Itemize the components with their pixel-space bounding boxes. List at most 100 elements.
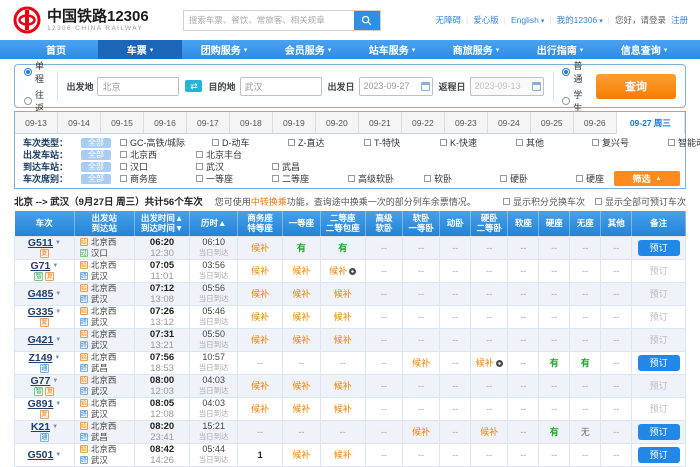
book-button[interactable]: 预订 [638, 424, 680, 440]
filter-checkbox[interactable]: 智能动车组 [668, 136, 700, 149]
column-header-11[interactable]: 硬卧二等卧 [471, 211, 508, 236]
nav-item-4[interactable]: 会员服务▾ [266, 40, 350, 59]
filter-all-pill[interactable]: 全部 [81, 174, 111, 184]
column-header-7[interactable]: 二等座二等包座 [320, 211, 365, 236]
filter-checkbox[interactable]: 软卧 [424, 172, 500, 185]
expand-row-icon[interactable]: ▼ [52, 263, 58, 269]
column-header-4[interactable]: 历时▲ [190, 211, 237, 236]
nav-item-7[interactable]: 出行指南▾ [518, 40, 602, 59]
filter-all-pill[interactable]: 全部 [81, 150, 111, 160]
filter-checkbox[interactable]: 硬卧 [500, 172, 576, 185]
expand-row-icon[interactable]: ▼ [54, 355, 60, 361]
passenger-type-option-2[interactable]: 学生 [562, 88, 586, 114]
train-number-link[interactable]: G71 [31, 260, 51, 272]
date-tab-09-25[interactable]: 09-25 [531, 112, 574, 134]
expand-row-icon[interactable]: ▼ [52, 378, 58, 384]
seat-cell[interactable]: 候补 [320, 443, 365, 466]
summary-checkbox-1[interactable]: 显示积分兑换车次 [503, 195, 585, 208]
train-number-link[interactable]: G335 [28, 306, 54, 318]
seat-cell[interactable]: 候补 [237, 397, 282, 420]
transfer-link[interactable]: 中转换乘 [251, 197, 287, 207]
seat-cell[interactable]: 候补 [283, 282, 320, 305]
train-number-link[interactable]: K21 [31, 421, 50, 433]
passenger-type-option-1[interactable]: 普通 [562, 59, 586, 85]
date-tab-09-13[interactable]: 09-13 [15, 112, 58, 134]
seat-cell[interactable]: 候补 [237, 328, 282, 351]
date-tab-09-26[interactable]: 09-26 [574, 112, 617, 134]
seat-cell[interactable]: 候补 [320, 259, 365, 282]
column-header-2[interactable]: 出发站到达站 [74, 211, 134, 236]
column-header-10[interactable]: 动卧 [440, 211, 471, 236]
seat-cell[interactable]: 候补 [237, 282, 282, 305]
seat-cell[interactable]: 候补 [283, 328, 320, 351]
column-header-9[interactable]: 软卧一等卧 [403, 211, 440, 236]
train-number-link[interactable]: Z149 [28, 352, 52, 364]
date-tab-09-14[interactable]: 09-14 [58, 112, 101, 134]
date-tab-active[interactable]: 09-27 周三 [617, 112, 685, 134]
seat-cell[interactable]: 候补 [283, 443, 320, 466]
register-link[interactable]: 注册 [671, 14, 688, 26]
filter-checkbox[interactable]: 商务座 [120, 172, 196, 185]
expand-row-icon[interactable]: ▼ [55, 291, 61, 297]
train-number-link[interactable]: G891 [28, 398, 54, 410]
nav-item-1[interactable]: 首页 [14, 40, 98, 59]
login-greeting[interactable]: 您好，请登录 [615, 14, 666, 26]
seat-cell[interactable]: 候补 [237, 374, 282, 397]
seat-cell[interactable]: 候补 [283, 374, 320, 397]
seat-cell[interactable]: 候补 [283, 259, 320, 282]
filter-checkbox[interactable]: 复兴号 [592, 136, 668, 149]
trip-type-option-1[interactable]: 单程 [24, 59, 48, 85]
train-number-link[interactable]: G485 [28, 288, 54, 300]
seat-cell[interactable]: 候补 [320, 282, 365, 305]
column-header-8[interactable]: 高级软卧 [365, 211, 402, 236]
top-link-4[interactable]: 我的12306▾ [557, 14, 603, 26]
search-input[interactable] [184, 11, 354, 30]
train-number-link[interactable]: G77 [31, 375, 51, 387]
date-tab-09-15[interactable]: 09-15 [101, 112, 144, 134]
filter-checkbox[interactable]: T-特快 [364, 136, 440, 149]
seat-cell[interactable]: 候补 [320, 397, 365, 420]
train-number-link[interactable]: G501 [28, 449, 54, 461]
seat-cell[interactable]: 候补 [320, 305, 365, 328]
filter-checkbox[interactable]: 高级软卧 [348, 172, 424, 185]
filter-all-pill[interactable]: 全部 [81, 138, 111, 148]
seat-cell[interactable]: 候补 [320, 328, 365, 351]
nav-item-5[interactable]: 站车服务▾ [350, 40, 434, 59]
column-header-12[interactable]: 软座 [508, 211, 539, 236]
seat-cell[interactable]: 候补 [237, 236, 282, 259]
seat-cell[interactable]: 候补 [403, 420, 440, 443]
nav-item-6[interactable]: 商旅服务▾ [434, 40, 518, 59]
expand-row-icon[interactable]: ▼ [55, 309, 61, 315]
date-tab-09-23[interactable]: 09-23 [445, 112, 488, 134]
filter-button[interactable]: 筛选 ▲ [614, 171, 680, 186]
seat-cell[interactable]: 候补 [237, 259, 282, 282]
nav-item-3[interactable]: 团购服务▾ [182, 40, 266, 59]
seat-cell[interactable]: 候补 [320, 374, 365, 397]
book-button[interactable]: 预订 [638, 240, 680, 256]
seat-cell[interactable]: 候补 [283, 397, 320, 420]
column-header-16[interactable]: 备注 [632, 211, 686, 236]
top-link-3[interactable]: English▾ [511, 15, 544, 25]
expand-row-icon[interactable]: ▼ [52, 424, 58, 430]
seat-cell[interactable]: 候补 [237, 305, 282, 328]
column-header-6[interactable]: 一等座 [283, 211, 320, 236]
train-number-link[interactable]: G511 [28, 237, 53, 249]
book-button[interactable]: 预订 [638, 447, 680, 463]
expand-row-icon[interactable]: ▼ [55, 337, 61, 343]
filter-all-pill[interactable]: 全部 [81, 162, 111, 172]
seat-cell[interactable]: 候补 [283, 305, 320, 328]
summary-checkbox-2[interactable]: 显示全部可预订车次 [595, 195, 686, 208]
expand-row-icon[interactable]: ▼ [55, 401, 61, 407]
date-tab-09-21[interactable]: 09-21 [359, 112, 402, 134]
column-header-15[interactable]: 其他 [601, 211, 632, 236]
column-header-5[interactable]: 商务座特等座 [237, 211, 282, 236]
top-link-2[interactable]: 爱心版 [473, 14, 499, 26]
filter-checkbox[interactable]: 二等座 [272, 172, 348, 185]
column-header-3[interactable]: 出发时间▲到达时间▼ [134, 211, 190, 236]
date-tab-09-20[interactable]: 09-20 [316, 112, 359, 134]
swap-stations-icon[interactable]: ⇄ [185, 80, 202, 92]
query-submit-button[interactable]: 查询 [596, 74, 676, 99]
nav-item-2[interactable]: 车票▾ [98, 40, 182, 59]
nav-item-8[interactable]: 信息查询▾ [602, 40, 686, 59]
date-tab-09-19[interactable]: 09-19 [273, 112, 316, 134]
